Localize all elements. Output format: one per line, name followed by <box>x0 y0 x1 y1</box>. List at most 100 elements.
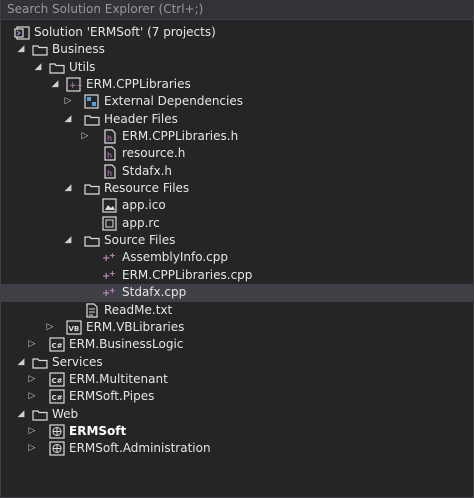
svg-text:++: ++ <box>69 81 82 91</box>
tree-item-label: Header Files <box>104 111 178 126</box>
tree-item-web[interactable]: ◢ Web <box>0 406 474 423</box>
solution-icon <box>14 25 30 40</box>
cpp-project-icon: ++ <box>66 77 82 92</box>
csharp-project-icon: C# <box>49 337 65 352</box>
tree-item-header-files[interactable]: ◢ Header Files <box>0 111 474 128</box>
svg-text:C#: C# <box>52 394 63 402</box>
expanded-arrow-icon[interactable]: ◢ <box>16 406 26 423</box>
tree-item-label: app.ico <box>122 198 166 213</box>
tree-item-label: Stdafx.cpp <box>122 285 187 300</box>
tree-item-label: app.rc <box>122 215 160 230</box>
tree-item-services[interactable]: ◢ Services <box>0 354 474 371</box>
expanded-arrow-icon[interactable]: ◢ <box>63 111 73 128</box>
tree-item-label: ReadMe.txt <box>104 302 173 317</box>
header-file-icon: h <box>102 164 118 179</box>
filter-folder-icon <box>84 233 100 248</box>
header-file-icon: h <box>102 129 118 144</box>
folder-icon <box>32 355 48 370</box>
collapsed-arrow-icon[interactable]: ▷ <box>80 128 90 145</box>
tree-item-label: Stdafx.h <box>122 163 173 178</box>
expanded-arrow-icon[interactable]: ◢ <box>63 180 73 197</box>
tree-item-external-deps[interactable]: ▷ External Dependencies <box>0 93 474 110</box>
tree-item-src-assemblyinfo[interactable]: + + AssemblyInfo.cpp <box>0 249 474 266</box>
svg-text:+: + <box>109 286 116 295</box>
tree-item-vb-project[interactable]: ▷ VB ERM.VBLibraries <box>0 319 474 336</box>
tree-item-header-stdafx[interactable]: h Stdafx.h <box>0 163 474 180</box>
tree-item-label: Resource Files <box>104 181 190 196</box>
svg-text:C#: C# <box>52 377 63 385</box>
tree-item-label: resource.h <box>122 146 186 161</box>
collapsed-arrow-icon[interactable]: ▷ <box>27 371 37 388</box>
tree-item-src-cpplibs[interactable]: + + ERM.CPPLibraries.cpp <box>0 267 474 284</box>
tree-item-multitenant[interactable]: ▷ C# ERM.Multitenant <box>0 371 474 388</box>
tree-item-pipes[interactable]: ▷ C# ERMSoft.Pipes <box>0 388 474 405</box>
expanded-arrow-icon[interactable]: ◢ <box>16 41 26 58</box>
cpp-file-icon: + + <box>102 268 118 283</box>
tree-item-label: ERM.CPPLibraries <box>86 77 191 92</box>
tree-item-ermsoft[interactable]: ▷ ERMSoft <box>0 423 474 440</box>
folder-icon <box>49 60 65 75</box>
cpp-file-icon: + + <box>102 285 118 300</box>
csharp-project-icon: C# <box>49 389 65 404</box>
expanded-arrow-icon[interactable]: ◢ <box>33 59 43 76</box>
tree-item-label: Solution 'ERMSoft' (7 projects) <box>34 25 216 39</box>
tree-item-administration[interactable]: ▷ ERMSoft.Administration <box>0 440 474 457</box>
tree-item-utils[interactable]: ◢ Utils <box>0 59 474 76</box>
csharp-project-icon: C# <box>49 372 65 387</box>
tree-item-label: Services <box>52 354 103 369</box>
tree-item-header-resource[interactable]: h resource.h <box>0 145 474 162</box>
tree-item-label: Web <box>52 406 79 421</box>
expanded-arrow-icon[interactable]: ◢ <box>50 76 60 93</box>
svg-text:h: h <box>107 134 112 143</box>
tree-item-header-cpplibs[interactable]: ▷ h ERM.CPPLibraries.h <box>0 128 474 145</box>
tree-item-label: ERMSoft.Pipes <box>69 389 155 404</box>
tree-item-label: ERMSoft.Administration <box>69 441 211 456</box>
tree-item-source-files[interactable]: ◢ Source Files <box>0 232 474 249</box>
collapsed-arrow-icon[interactable]: ▷ <box>27 336 37 353</box>
filter-folder-icon <box>84 181 100 196</box>
tree-item-label: ERM.VBLibraries <box>86 319 185 334</box>
tree-item-label: ERMSoft <box>69 423 127 438</box>
search-box[interactable]: Search Solution Explorer (Ctrl+;) <box>1 0 473 20</box>
search-placeholder: Search Solution Explorer (Ctrl+;) <box>7 2 204 16</box>
vb-project-icon: VB <box>66 320 82 335</box>
tree-item-businesslogic[interactable]: ▷ C# ERM.BusinessLogic <box>0 336 474 353</box>
tree-item-label: Utils <box>69 59 96 74</box>
tree-item-label: Source Files <box>104 233 176 248</box>
expanded-arrow-icon[interactable]: ◢ <box>16 354 26 371</box>
text-file-icon <box>84 302 100 318</box>
tree-item-src-stdafx[interactable]: + + Stdafx.cpp <box>0 284 474 302</box>
svg-text:VB: VB <box>69 325 80 333</box>
collapsed-arrow-icon[interactable]: ▷ <box>63 93 73 110</box>
collapsed-arrow-icon[interactable]: ▷ <box>27 388 37 405</box>
svg-text:C#: C# <box>52 342 63 350</box>
resource-file-icon <box>102 216 118 231</box>
collapsed-arrow-icon[interactable]: ▷ <box>45 319 55 336</box>
tree-item-readme[interactable]: ReadMe.txt <box>0 302 474 319</box>
tree-item-cpp-project[interactable]: ◢ ++ ERM.CPPLibraries <box>0 76 474 93</box>
tree-item-label: ERM.CPPLibraries.cpp <box>122 267 253 282</box>
tree-item-res-apprc[interactable]: app.rc <box>0 215 474 232</box>
filter-folder-icon <box>84 112 100 127</box>
tree-item-label: ERM.BusinessLogic <box>69 337 184 352</box>
tree-item-label: ERM.Multitenant <box>69 371 168 386</box>
cpp-file-icon: + + <box>102 250 118 265</box>
tree-item-label: Business <box>52 42 105 57</box>
external-dependencies-icon <box>84 94 100 109</box>
tree-item-resource-files[interactable]: ◢ Resource Files <box>0 180 474 197</box>
tree-item-solution[interactable]: Solution 'ERMSoft' (7 projects) <box>0 24 474 41</box>
tree-item-label: External Dependencies <box>104 94 244 109</box>
tree-item-res-appico[interactable]: app.ico <box>0 197 474 214</box>
expanded-arrow-icon[interactable]: ◢ <box>63 232 73 249</box>
collapsed-arrow-icon[interactable]: ▷ <box>27 440 37 457</box>
tree-item-label: AssemblyInfo.cpp <box>122 250 228 265</box>
collapsed-arrow-icon[interactable]: ▷ <box>27 423 37 440</box>
solution-tree: Solution 'ERMSoft' (7 projects) ◢ Busine… <box>0 24 474 458</box>
svg-text:h: h <box>107 169 112 178</box>
web-project-icon <box>49 424 65 439</box>
svg-text:h: h <box>107 151 112 160</box>
tree-item-business[interactable]: ◢ Business <box>0 41 474 58</box>
web-project-icon <box>49 441 65 456</box>
folder-icon <box>32 407 48 422</box>
image-file-icon <box>102 198 118 214</box>
